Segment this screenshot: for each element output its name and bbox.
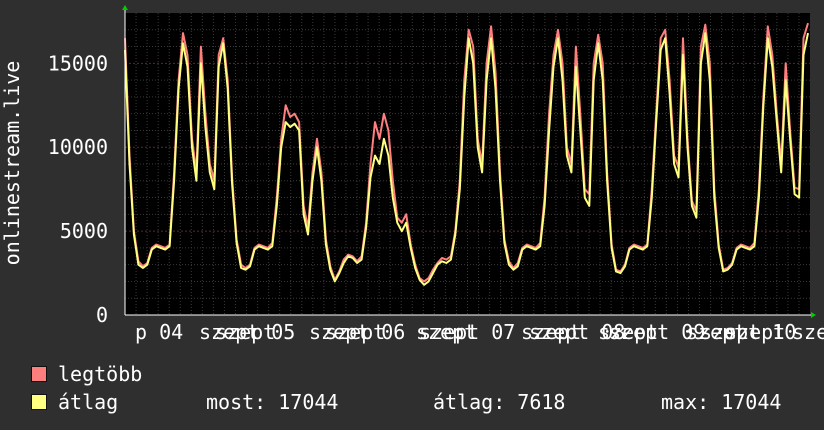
x-tick-label-overlap: szept xyxy=(416,320,476,344)
chart: 050001000015000 p 04 szept 05 szept 06 szep… xyxy=(0,5,824,344)
x-axis-arrow xyxy=(811,312,816,318)
y-tick-label: 5000 xyxy=(60,219,108,243)
x-tick-label: p 04 xyxy=(135,320,183,344)
y-tick-label: 10000 xyxy=(48,135,108,159)
x-tick-label-overlap: szept xyxy=(725,320,785,344)
y-axis-arrow xyxy=(122,5,128,10)
x-tick-label-overlap: szept xyxy=(598,320,658,344)
x-tick-label: sze xyxy=(792,320,824,344)
x-tick-label-overlap: szept xyxy=(521,320,581,344)
y-axis-label: onlinestream.live xyxy=(0,61,24,266)
x-tick-label-overlap: szept xyxy=(325,320,385,344)
x-tick-labels: p 04 szept 05 szept 06 szept 07 szept 08szep… xyxy=(135,320,824,344)
x-tick-label-overlap: szept xyxy=(215,320,275,344)
y-tick-label: 0 xyxy=(96,303,108,327)
y-tick-labels: 0 5000 10000 15000 xyxy=(48,51,108,327)
y-tick-label: 15000 xyxy=(48,51,108,75)
